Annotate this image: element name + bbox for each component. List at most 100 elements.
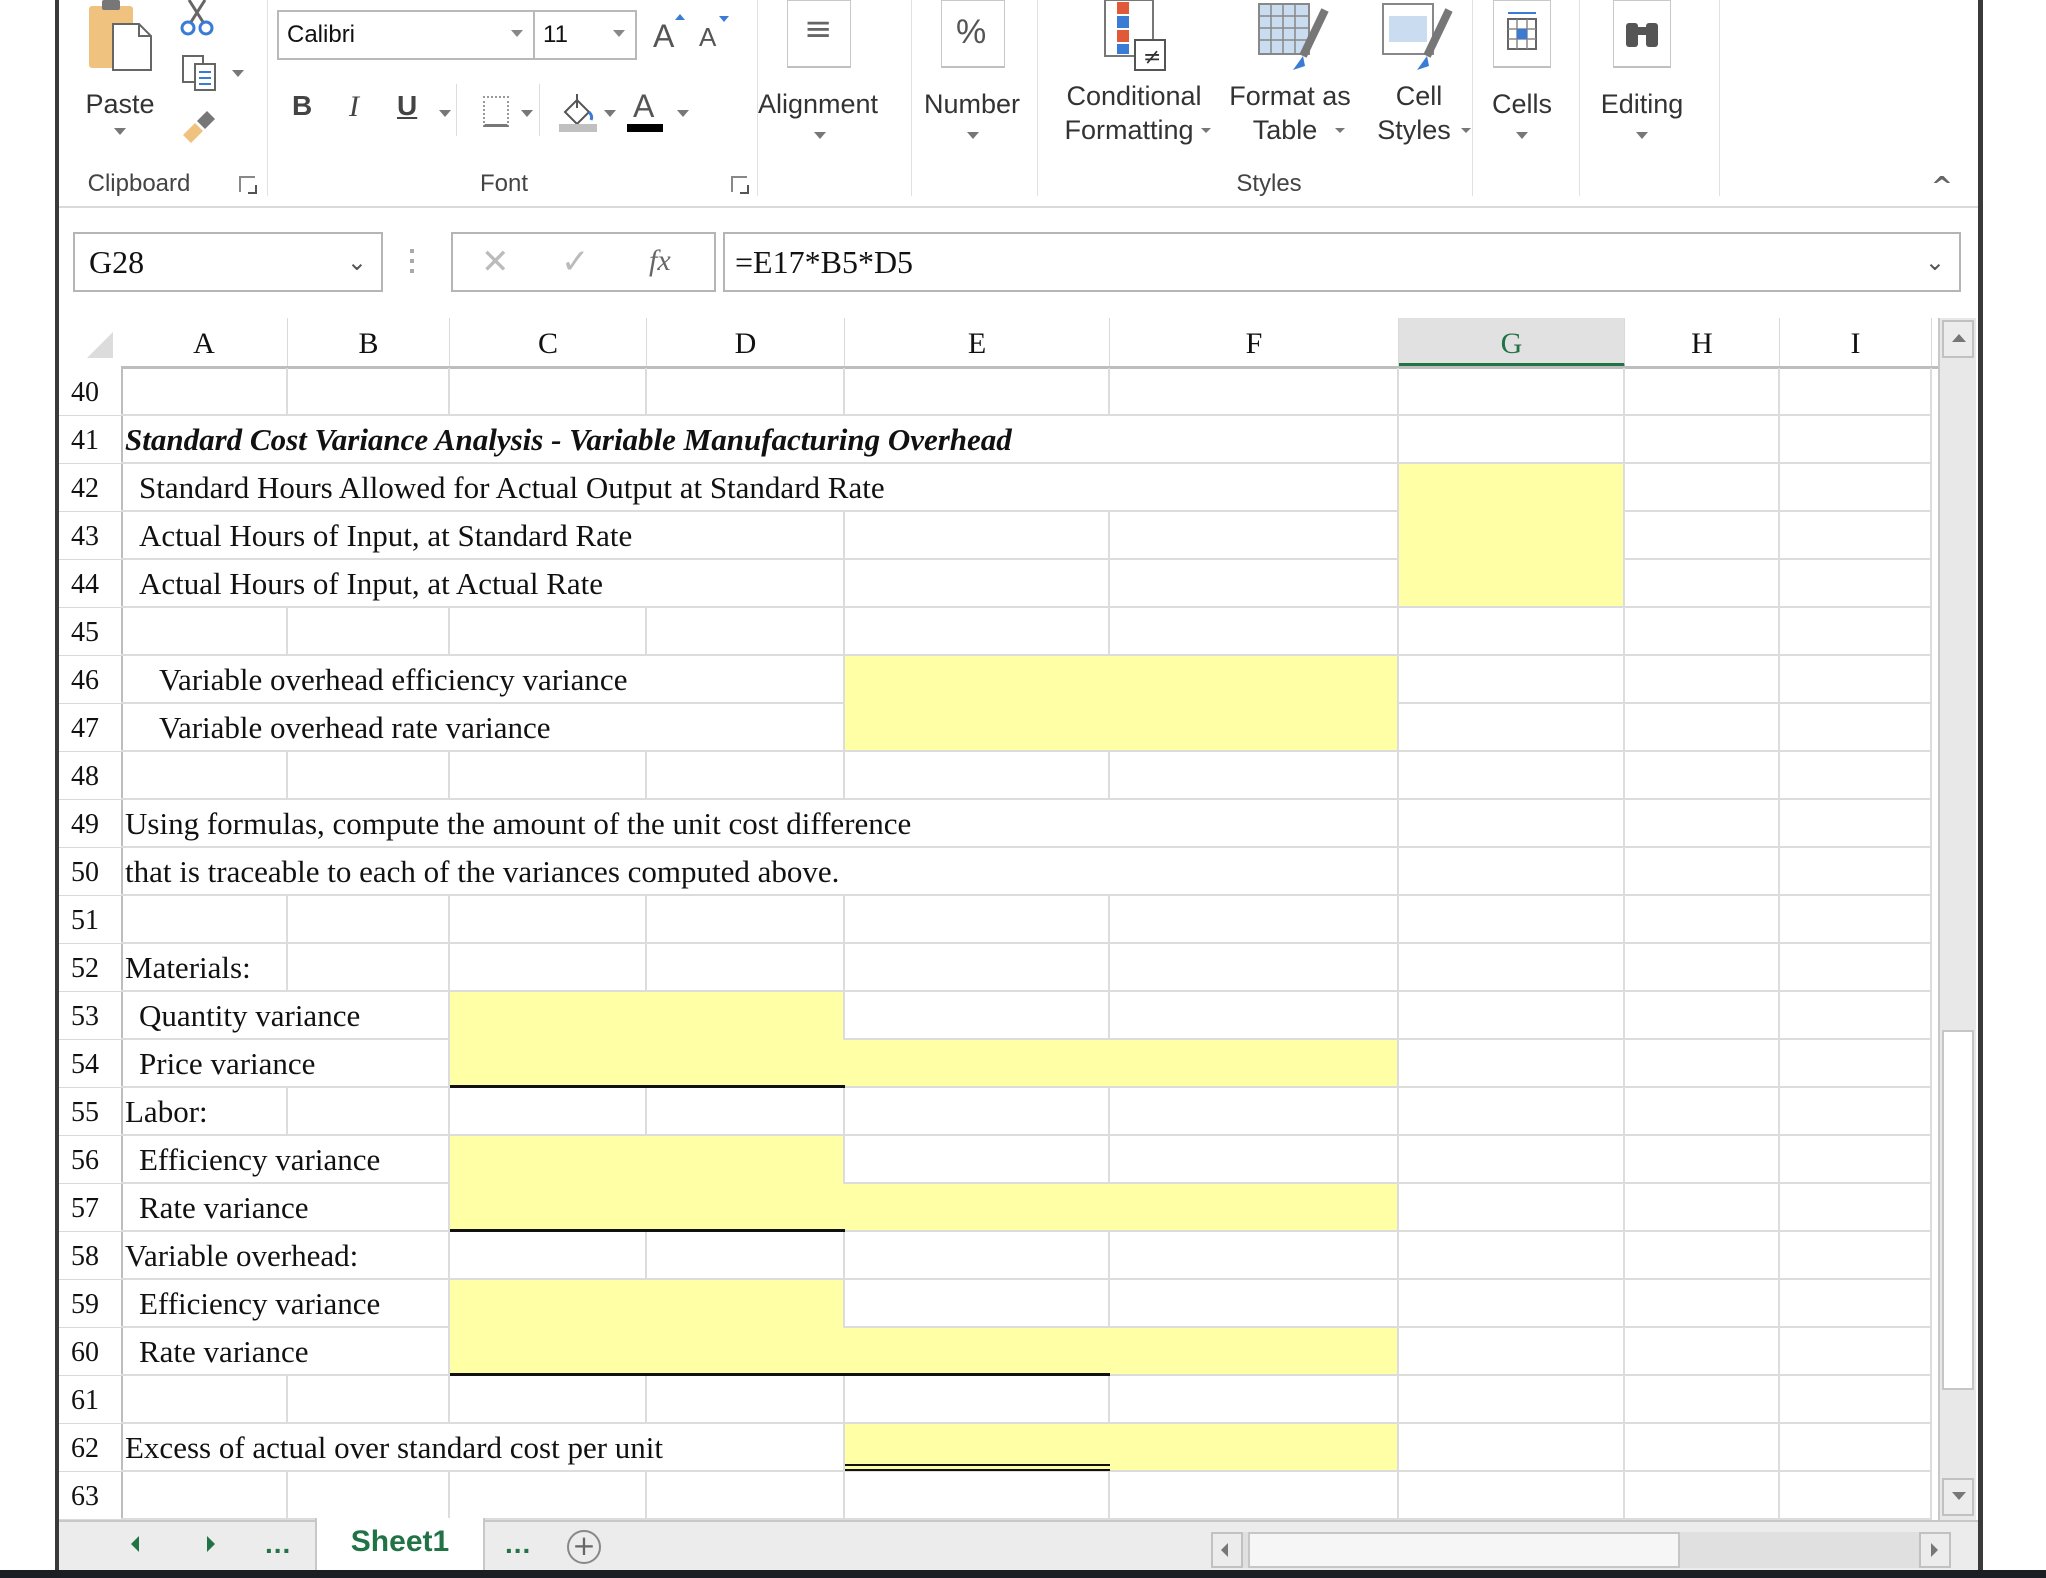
fill-color-dropdown-icon[interactable]: [604, 110, 616, 117]
cell-h45[interactable]: [1625, 608, 1780, 656]
cell-a63[interactable]: [121, 1472, 288, 1520]
cell-h55[interactable]: [1625, 1088, 1780, 1136]
cells-button[interactable]: Cells: [1477, 0, 1577, 150]
cancel-icon[interactable]: ✕: [481, 242, 510, 282]
editing-button[interactable]: Editing: [1585, 0, 1705, 150]
cell-c58[interactable]: [450, 1232, 647, 1280]
column-header-i[interactable]: I: [1780, 318, 1932, 368]
cell-h62[interactable]: [1625, 1424, 1780, 1472]
cell-b60[interactable]: [288, 1328, 450, 1376]
cell-d55[interactable]: [647, 1088, 845, 1136]
format-painter-icon[interactable]: [179, 105, 219, 145]
cell-d59[interactable]: [647, 1280, 845, 1328]
cell-h44[interactable]: [1625, 560, 1780, 608]
row-header-52[interactable]: 52: [59, 944, 121, 992]
cell-i44[interactable]: [1780, 560, 1932, 608]
cell-e55[interactable]: [845, 1088, 1110, 1136]
cell-g42[interactable]: [1399, 464, 1625, 512]
italic-button[interactable]: I: [349, 90, 359, 124]
cell-d52[interactable]: [647, 944, 845, 992]
column-header-g[interactable]: G: [1399, 318, 1625, 368]
cell-c52[interactable]: [450, 944, 647, 992]
horizontal-scroll-thumb[interactable]: [1248, 1532, 1680, 1568]
cell-e46[interactable]: [845, 656, 1110, 704]
row-header-57[interactable]: 57: [59, 1184, 121, 1232]
cell-f51[interactable]: [1110, 896, 1399, 944]
name-box[interactable]: G28 ⌄: [73, 232, 383, 292]
cell-g45[interactable]: [1399, 608, 1625, 656]
cell-c53[interactable]: [450, 992, 647, 1040]
row-header-42[interactable]: 42: [59, 464, 121, 512]
cell-g51[interactable]: [1399, 896, 1625, 944]
cell-e54[interactable]: [845, 1040, 1110, 1088]
cell-b57[interactable]: [288, 1184, 450, 1232]
cell-g41[interactable]: [1399, 416, 1625, 464]
cell-e50[interactable]: [845, 848, 1110, 896]
cell-c60[interactable]: [450, 1328, 647, 1376]
conditional-formatting-button[interactable]: ≠ Conditional Formatting: [1049, 0, 1219, 150]
cell-f61[interactable]: [1110, 1376, 1399, 1424]
cell-g59[interactable]: [1399, 1280, 1625, 1328]
row-header-44[interactable]: 44: [59, 560, 121, 608]
add-sheet-icon[interactable]: +: [567, 1530, 601, 1564]
cell-h50[interactable]: [1625, 848, 1780, 896]
cell-i52[interactable]: [1780, 944, 1932, 992]
cell-i57[interactable]: [1780, 1184, 1932, 1232]
cell-e61[interactable]: [845, 1376, 1110, 1424]
cell-f48[interactable]: [1110, 752, 1399, 800]
previous-sheet-icon[interactable]: [131, 1536, 139, 1552]
row-header-49[interactable]: 49: [59, 800, 121, 848]
cell-i62[interactable]: [1780, 1424, 1932, 1472]
cell-i54[interactable]: [1780, 1040, 1932, 1088]
cell-e45[interactable]: [845, 608, 1110, 656]
cell-h51[interactable]: [1625, 896, 1780, 944]
cell-d62[interactable]: [647, 1424, 845, 1472]
formula-bar-resize-handle[interactable]: [408, 246, 416, 280]
cell-f58[interactable]: [1110, 1232, 1399, 1280]
cell-d44[interactable]: [647, 560, 845, 608]
cell-i56[interactable]: [1780, 1136, 1932, 1184]
cell-g46[interactable]: [1399, 656, 1625, 704]
cell-g43[interactable]: [1399, 512, 1625, 560]
cell-b51[interactable]: [288, 896, 450, 944]
cell-b40[interactable]: [288, 368, 450, 416]
cell-f59[interactable]: [1110, 1280, 1399, 1328]
cell-c57[interactable]: [450, 1184, 647, 1232]
font-color-button[interactable]: A: [621, 88, 667, 134]
cell-e52[interactable]: [845, 944, 1110, 992]
cell-i59[interactable]: [1780, 1280, 1932, 1328]
paste-button[interactable]: Paste: [81, 0, 169, 150]
cell-d58[interactable]: [647, 1232, 845, 1280]
cell-i63[interactable]: [1780, 1472, 1932, 1520]
cell-a45[interactable]: [121, 608, 288, 656]
cell-f57[interactable]: [1110, 1184, 1399, 1232]
column-header-c[interactable]: C: [450, 318, 647, 368]
row-header-53[interactable]: 53: [59, 992, 121, 1040]
cell-f40[interactable]: [1110, 368, 1399, 416]
cell-c54[interactable]: [450, 1040, 647, 1088]
cell-d61[interactable]: [647, 1376, 845, 1424]
cell-f50[interactable]: [1110, 848, 1399, 896]
cell-d60[interactable]: [647, 1328, 845, 1376]
cell-g50[interactable]: [1399, 848, 1625, 896]
cell-e53[interactable]: [845, 992, 1110, 1040]
row-header-40[interactable]: 40: [59, 368, 121, 416]
cell-d43[interactable]: [647, 512, 845, 560]
cell-d45[interactable]: [647, 608, 845, 656]
cell-h42[interactable]: [1625, 464, 1780, 512]
cell-e44[interactable]: [845, 560, 1110, 608]
cell-f49[interactable]: [1110, 800, 1399, 848]
increase-font-size-button[interactable]: A: [649, 14, 689, 54]
cell-f42[interactable]: [1110, 464, 1399, 512]
cell-f60[interactable]: [1110, 1328, 1399, 1376]
cell-d57[interactable]: [647, 1184, 845, 1232]
cell-f52[interactable]: [1110, 944, 1399, 992]
cell-g56[interactable]: [1399, 1136, 1625, 1184]
cell-g52[interactable]: [1399, 944, 1625, 992]
cell-i48[interactable]: [1780, 752, 1932, 800]
cell-a51[interactable]: [121, 896, 288, 944]
column-header-f[interactable]: F: [1110, 318, 1399, 368]
cell-h48[interactable]: [1625, 752, 1780, 800]
column-header-a[interactable]: A: [121, 318, 288, 368]
row-header-47[interactable]: 47: [59, 704, 121, 752]
